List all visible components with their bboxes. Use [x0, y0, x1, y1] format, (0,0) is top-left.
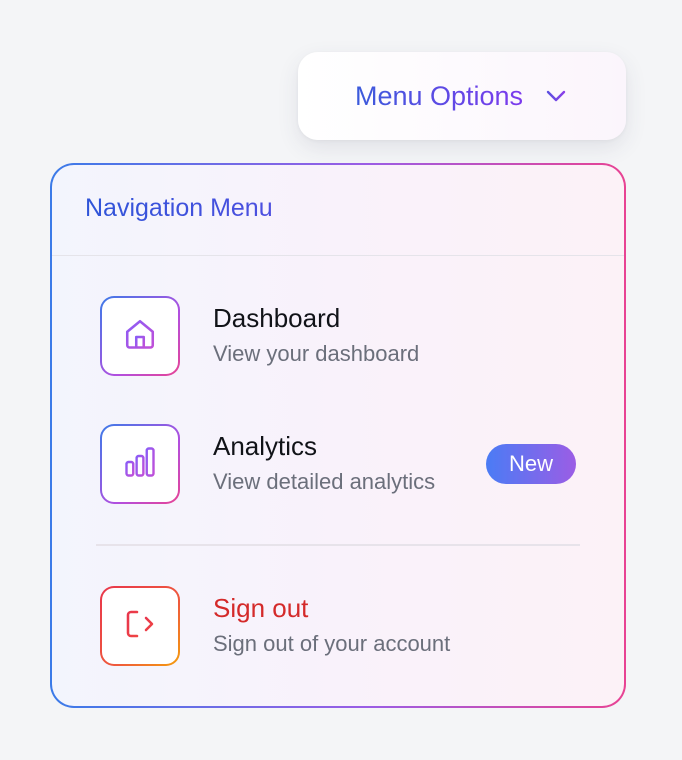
menu-item-icon-frame — [100, 296, 180, 376]
bar-chart-icon — [122, 444, 158, 485]
menu-item-title: Dashboard — [213, 303, 341, 333]
menu-item-title: Sign out — [213, 593, 309, 623]
menu-title: Navigation Menu — [85, 194, 273, 227]
menu-item-analytics[interactable]: Analytics View detailed analytics New — [100, 424, 576, 504]
menu-options-label: Menu Options — [354, 80, 524, 111]
menu-options-button[interactable]: Menu Options — [298, 52, 626, 140]
menu-item-icon-frame — [100, 586, 180, 666]
chevron-down-icon — [543, 83, 569, 109]
menu-item-description: View detailed analytics — [213, 469, 436, 494]
menu-divider — [96, 544, 580, 546]
menu-item-description: View your dashboard — [213, 341, 420, 366]
menu-item-description: Sign out of your account — [213, 631, 451, 656]
home-icon — [122, 316, 158, 357]
navigation-menu: Navigation Menu Dashboard View your dash… — [50, 163, 626, 708]
menu-header: Navigation Menu — [52, 165, 624, 256]
menu-item-sign-out[interactable]: Sign out Sign out of your account — [100, 586, 576, 666]
page: Menu Options Navigation Menu Dashboard V… — [0, 0, 682, 760]
navigation-menu-panel: Navigation Menu Dashboard View your dash… — [52, 165, 624, 706]
menu-item-icon-frame — [100, 424, 180, 504]
menu-item-title: Analytics — [213, 431, 318, 461]
new-badge: New — [486, 444, 576, 484]
menu-item-dashboard[interactable]: Dashboard View your dashboard — [100, 296, 576, 376]
sign-out-icon — [122, 606, 158, 647]
